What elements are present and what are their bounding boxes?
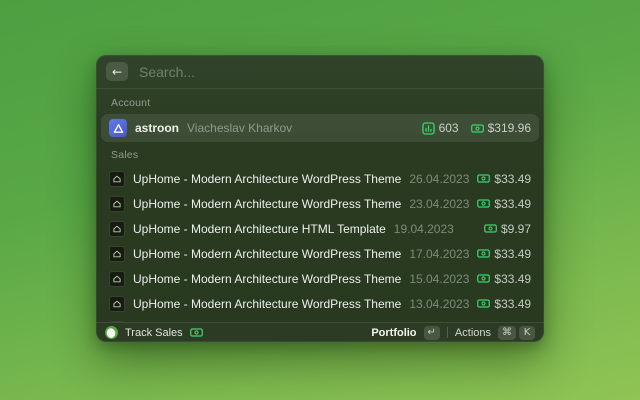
footer-app-name: Track Sales bbox=[125, 326, 183, 339]
sale-row[interactable]: UpHome - Modern Architecture WordPress T… bbox=[101, 191, 539, 216]
footer-divider bbox=[446, 327, 448, 338]
launcher-window: ← Account astroon Viacheslav Kharkov bbox=[96, 55, 544, 342]
banknote-icon bbox=[477, 247, 491, 260]
sale-price-badge: $33.49 bbox=[477, 247, 531, 261]
back-button[interactable]: ← bbox=[106, 62, 128, 81]
banknote-icon bbox=[470, 122, 484, 135]
actions-menu-button[interactable]: Actions bbox=[455, 327, 491, 339]
sale-title: UpHome - Modern Architecture WordPress T… bbox=[133, 271, 402, 286]
account-accessories: 603 $319.96 bbox=[421, 121, 531, 135]
sale-date: 19.04.2023 bbox=[393, 221, 454, 236]
banknote-icon bbox=[477, 172, 491, 185]
sale-price-badge: $33.49 bbox=[477, 197, 531, 211]
results-list: Account astroon Viacheslav Kharkov 603 $… bbox=[96, 89, 544, 322]
product-thumbnail-icon bbox=[109, 295, 125, 312]
sale-price: $33.49 bbox=[494, 296, 532, 311]
product-thumbnail-icon bbox=[109, 195, 125, 212]
sale-row[interactable]: UpHome - Modern Architecture HTML Templa… bbox=[101, 216, 539, 241]
sale-price-badge: $33.49 bbox=[477, 172, 531, 186]
sale-row[interactable]: UpHome - Modern Architecture WordPress T… bbox=[101, 166, 539, 191]
sale-title: UpHome - Modern Architecture WordPress T… bbox=[133, 296, 402, 311]
product-thumbnail-icon bbox=[109, 220, 125, 237]
footer-actions: Portfolio ↵ Actions ⌘ K bbox=[371, 325, 535, 340]
actions-shortcut: ⌘ K bbox=[498, 325, 535, 340]
search-bar: ← bbox=[96, 55, 544, 89]
product-thumbnail-icon bbox=[109, 170, 125, 187]
sale-date: 15.04.2023 bbox=[409, 271, 470, 286]
account-username: astroon bbox=[135, 121, 180, 135]
sales-count-value: 603 bbox=[438, 121, 459, 135]
footer-bar: Track Sales Portfolio ↵ Actions ⌘ K bbox=[96, 322, 544, 342]
sale-price: $9.97 bbox=[500, 221, 531, 236]
sale-price: $33.49 bbox=[494, 196, 532, 211]
sale-title: UpHome - Modern Architecture HTML Templa… bbox=[133, 221, 386, 236]
k-key-icon: K bbox=[519, 325, 535, 340]
enter-key-icon: ↵ bbox=[423, 325, 440, 340]
section-label-sales: Sales bbox=[111, 149, 139, 161]
sale-price-badge: $33.49 bbox=[477, 272, 531, 286]
sale-row[interactable]: UpHome - Modern Architecture WordPress T… bbox=[101, 291, 539, 316]
banknote-icon bbox=[477, 297, 491, 310]
product-thumbnail-icon bbox=[109, 245, 125, 262]
sale-price-badge: $9.97 bbox=[484, 222, 531, 236]
astroon-avatar bbox=[109, 119, 127, 137]
bar-chart-icon bbox=[421, 121, 435, 135]
sale-price: $33.49 bbox=[494, 271, 532, 286]
search-input[interactable] bbox=[139, 63, 534, 80]
sale-title: UpHome - Modern Architecture WordPress T… bbox=[133, 196, 402, 211]
sale-date: 23.04.2023 bbox=[409, 196, 470, 211]
portfolio-action-button[interactable]: Portfolio bbox=[371, 327, 416, 339]
sale-price-badge: $33.49 bbox=[477, 297, 531, 311]
sales-count-badge: 603 bbox=[421, 121, 459, 135]
footer-banknote-icon bbox=[189, 326, 203, 339]
banknote-icon bbox=[484, 222, 497, 235]
sale-title: UpHome - Modern Architecture WordPress T… bbox=[133, 171, 402, 186]
sale-date: 17.04.2023 bbox=[409, 246, 470, 261]
product-thumbnail-icon bbox=[109, 270, 125, 287]
account-row[interactable]: astroon Viacheslav Kharkov 603 $319.96 bbox=[101, 114, 539, 142]
sale-title: UpHome - Modern Architecture WordPress T… bbox=[133, 246, 402, 261]
sale-price: $33.49 bbox=[494, 171, 532, 186]
back-arrow-icon: ← bbox=[111, 64, 123, 79]
sales-rows: UpHome - Modern Architecture WordPress T… bbox=[101, 166, 539, 322]
sale-row[interactable]: UpHome - Modern Architecture WordPress T… bbox=[101, 241, 539, 266]
account-fullname: Viacheslav Kharkov bbox=[187, 121, 293, 135]
banknote-icon bbox=[477, 272, 491, 285]
section-label-account: Account bbox=[111, 97, 151, 109]
triangle-logo-icon bbox=[113, 123, 123, 133]
command-key-icon: ⌘ bbox=[498, 325, 516, 340]
balance-value: $319.96 bbox=[487, 121, 531, 135]
track-sales-app-icon bbox=[105, 326, 118, 339]
sale-date: 13.04.2023 bbox=[409, 296, 470, 311]
banknote-icon bbox=[477, 197, 491, 210]
balance-badge: $319.96 bbox=[470, 121, 531, 135]
sale-row[interactable]: UpHome - Modern Architecture WordPress T… bbox=[101, 266, 539, 291]
sale-price: $33.49 bbox=[494, 246, 532, 261]
sale-date: 26.04.2023 bbox=[409, 171, 470, 186]
